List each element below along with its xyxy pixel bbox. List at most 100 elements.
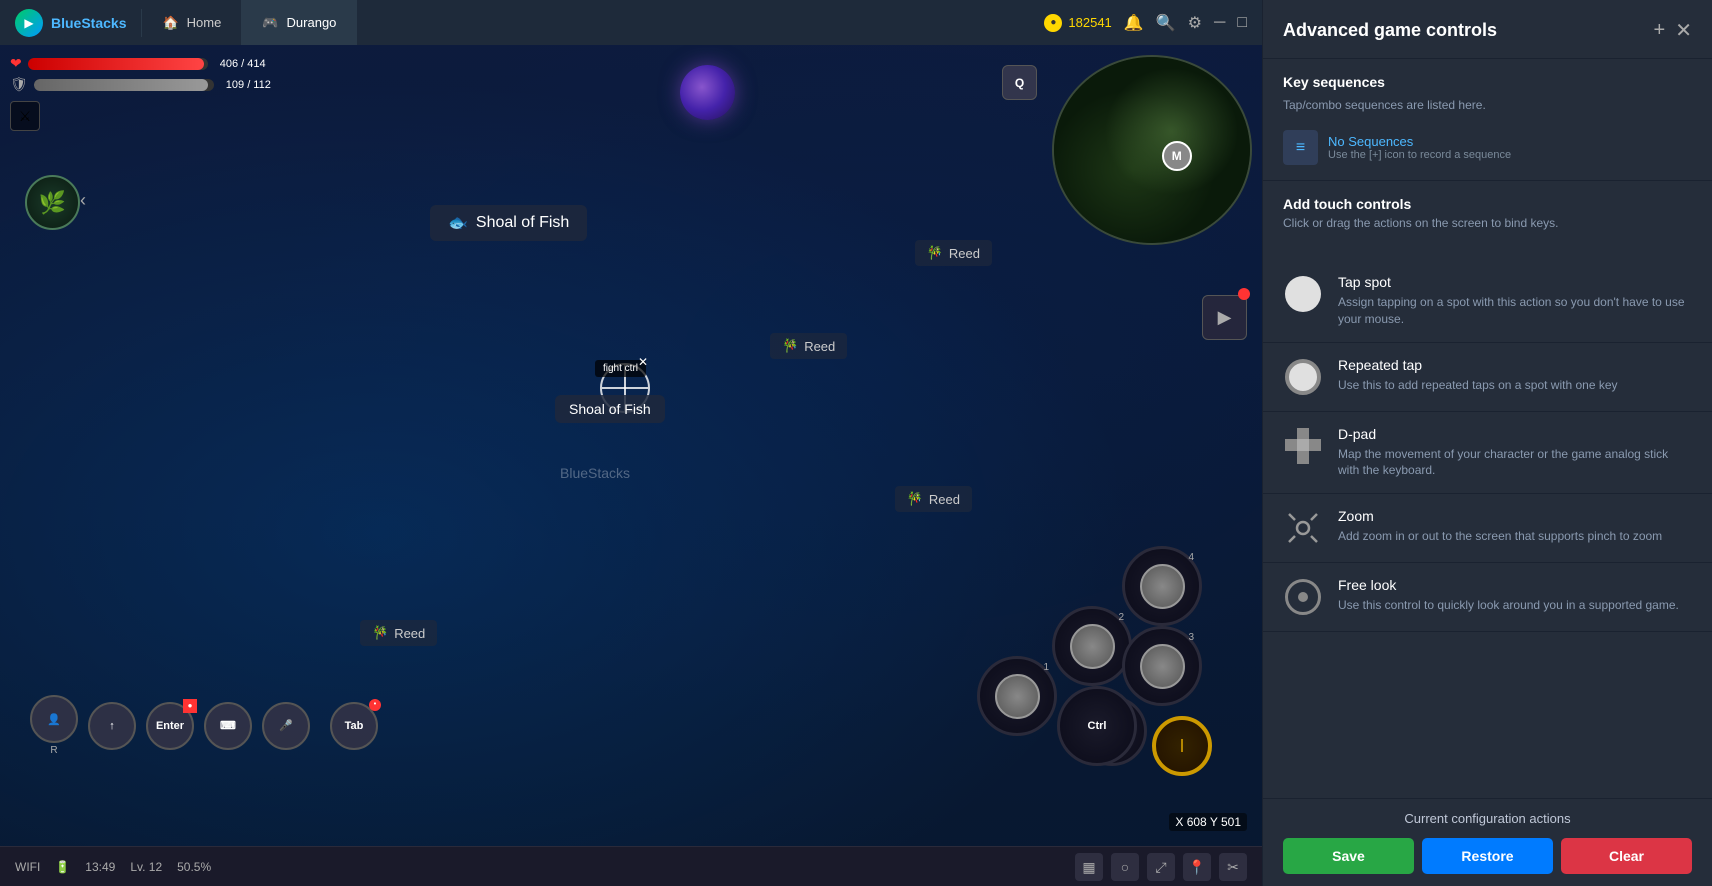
- search-icon[interactable]: 🔍: [1156, 13, 1176, 33]
- zoom-info: Zoom Add zoom in or out to the screen th…: [1338, 508, 1692, 545]
- notification-icon[interactable]: 🔔: [1124, 13, 1144, 33]
- maximize-icon[interactable]: □: [1237, 14, 1247, 32]
- enter-button-container: ● Enter: [146, 702, 194, 750]
- panel-header: Advanced game controls + ✕: [1263, 0, 1712, 59]
- location-icon[interactable]: 📍: [1183, 853, 1211, 881]
- scroll-area[interactable]: Key sequences Tap/combo sequences are li…: [1263, 59, 1712, 798]
- health-bar-bg: [28, 58, 208, 70]
- skill-button-2[interactable]: 2: [1052, 606, 1132, 686]
- tab-button[interactable]: • Tab: [330, 702, 378, 750]
- exp-display: 50.5%: [177, 860, 211, 874]
- close-crosshair-button[interactable]: ✕: [638, 355, 648, 369]
- free-look-icon-container: [1283, 577, 1323, 617]
- reed-label-4: 🎋 Reed: [360, 620, 437, 646]
- tab-durango[interactable]: 🎮 Durango: [242, 0, 357, 45]
- reed-text-4: Reed: [394, 626, 425, 641]
- touch-desc: Click or drag the actions on the screen …: [1283, 216, 1692, 230]
- no-sequences-text-block: No Sequences Use the [+] icon to record …: [1328, 134, 1511, 161]
- dpad-center: [1297, 439, 1309, 451]
- save-button[interactable]: Save: [1283, 838, 1414, 874]
- freelook-icon: [1285, 579, 1321, 615]
- reed-text-3: Reed: [929, 492, 960, 507]
- no-sequences-container: ≡ No Sequences Use the [+] icon to recor…: [1263, 122, 1712, 180]
- touch-title: Add touch controls: [1283, 196, 1692, 212]
- settings-icon[interactable]: ⚙: [1188, 13, 1202, 33]
- home-tab-icon: 🏠: [162, 15, 178, 31]
- home-toolbar-icon[interactable]: ○: [1111, 853, 1139, 881]
- control-dpad[interactable]: D-pad Map the movement of your character…: [1263, 412, 1712, 494]
- coin-amount: 182541: [1068, 15, 1111, 30]
- keyboard-button[interactable]: ⌨: [204, 702, 252, 750]
- panel-add-button[interactable]: +: [1654, 19, 1666, 42]
- health-bar-fill: [28, 58, 204, 70]
- enter-button[interactable]: ● Enter: [146, 702, 194, 750]
- expand-icon[interactable]: ⤢: [1147, 853, 1175, 881]
- top-right-controls: ● 182541 🔔 🔍 ⚙ ─ □: [1044, 13, 1262, 33]
- repeated-tap-name: Repeated tap: [1338, 357, 1692, 373]
- record-indicator: [1238, 288, 1250, 300]
- free-look-name: Free look: [1338, 577, 1692, 593]
- tap-spot-name: Tap spot: [1338, 274, 1692, 290]
- control-repeated-tap[interactable]: Repeated tap Use this to add repeated ta…: [1263, 343, 1712, 411]
- control-tap-spot[interactable]: Tap spot Assign tapping on a spot with t…: [1263, 260, 1712, 342]
- zoom-name: Zoom: [1338, 508, 1692, 524]
- scissors-icon[interactable]: ✂: [1219, 853, 1247, 881]
- skill-num-2: 2: [1118, 612, 1124, 623]
- tab-home[interactable]: 🏠 Home: [142, 0, 242, 45]
- skill-button-1[interactable]: 1: [977, 656, 1057, 736]
- repeated-tap-circle: [1285, 359, 1321, 395]
- keyboard-button-container: ⌨: [204, 702, 252, 750]
- q-button[interactable]: Q: [1002, 65, 1037, 100]
- map-marker: M: [1162, 141, 1192, 171]
- record-button[interactable]: ▶: [1202, 295, 1247, 340]
- skill-icon-3: [1140, 644, 1185, 689]
- skill-icon-1: [995, 674, 1040, 719]
- sequences-icon: ≡: [1283, 130, 1318, 165]
- restore-button[interactable]: Restore: [1422, 838, 1553, 874]
- stamina-bar-container: 🛡 109 / 112: [10, 76, 271, 93]
- skill-button-4[interactable]: 4: [1122, 546, 1202, 626]
- r-key-label: R: [50, 745, 57, 756]
- mic-button[interactable]: 🎤: [262, 702, 310, 750]
- minimap: M: [1052, 55, 1252, 245]
- hud: ❤ 406 / 414 🛡 109 / 112 ⚔: [10, 55, 271, 131]
- portrait-arrow[interactable]: ‹: [80, 190, 86, 211]
- health-text: 406 / 414: [220, 58, 266, 70]
- map-coords: X 608 Y 501: [1169, 813, 1247, 831]
- mic-button-container: 🎤: [262, 702, 310, 750]
- grid-icon[interactable]: ▦: [1075, 853, 1103, 881]
- shoal-label-center: Shoal of Fish: [555, 395, 665, 423]
- heart-icon: ❤: [10, 55, 22, 72]
- skill-button-3[interactable]: 3: [1122, 626, 1202, 706]
- app-logo: ▶ BlueStacks: [0, 9, 142, 37]
- r-button[interactable]: 👤: [30, 695, 78, 743]
- home-tab-label: Home: [187, 15, 222, 30]
- zoom-desc: Add zoom in or out to the screen that su…: [1338, 528, 1692, 545]
- panel-title: Advanced game controls: [1283, 20, 1497, 41]
- enter-label: Enter: [156, 720, 184, 732]
- skill-icon-2: [1070, 624, 1115, 669]
- panel-close-button[interactable]: ✕: [1675, 18, 1692, 43]
- dpad-name: D-pad: [1338, 426, 1692, 442]
- skill-button-ctrl[interactable]: Ctrl: [1057, 686, 1137, 766]
- stamina-text: 109 / 112: [226, 79, 271, 91]
- reed-icon-3: 🎋: [907, 491, 923, 507]
- skill-num-3: 3: [1188, 632, 1194, 643]
- coin-display: ● 182541: [1044, 14, 1111, 32]
- key-sequences-header: Key sequences: [1263, 59, 1712, 98]
- control-free-look[interactable]: Free look Use this control to quickly lo…: [1263, 563, 1712, 631]
- minimize-icon[interactable]: ─: [1214, 14, 1225, 32]
- zoom-svg: [1285, 510, 1321, 546]
- skill-num-4: 4: [1188, 552, 1194, 563]
- stamina-bar-bg: [34, 79, 214, 91]
- control-zoom[interactable]: Zoom Add zoom in or out to the screen th…: [1263, 494, 1712, 562]
- footer-buttons: Save Restore Clear: [1283, 838, 1692, 874]
- status-bar: WIFI 🔋 13:49 Lv. 12 50.5% ▦ ○ ⤢ 📍 ✂: [0, 846, 1262, 886]
- up-button[interactable]: ↑: [88, 702, 136, 750]
- free-look-desc: Use this control to quickly look around …: [1338, 597, 1692, 614]
- time-display: 13:49: [85, 860, 115, 874]
- panel-footer: Current configuration actions Save Resto…: [1263, 798, 1712, 886]
- clear-button[interactable]: Clear: [1561, 838, 1692, 874]
- touch-section: Add touch controls Click or drag the act…: [1263, 181, 1712, 260]
- character-portrait[interactable]: 🌿: [25, 175, 80, 230]
